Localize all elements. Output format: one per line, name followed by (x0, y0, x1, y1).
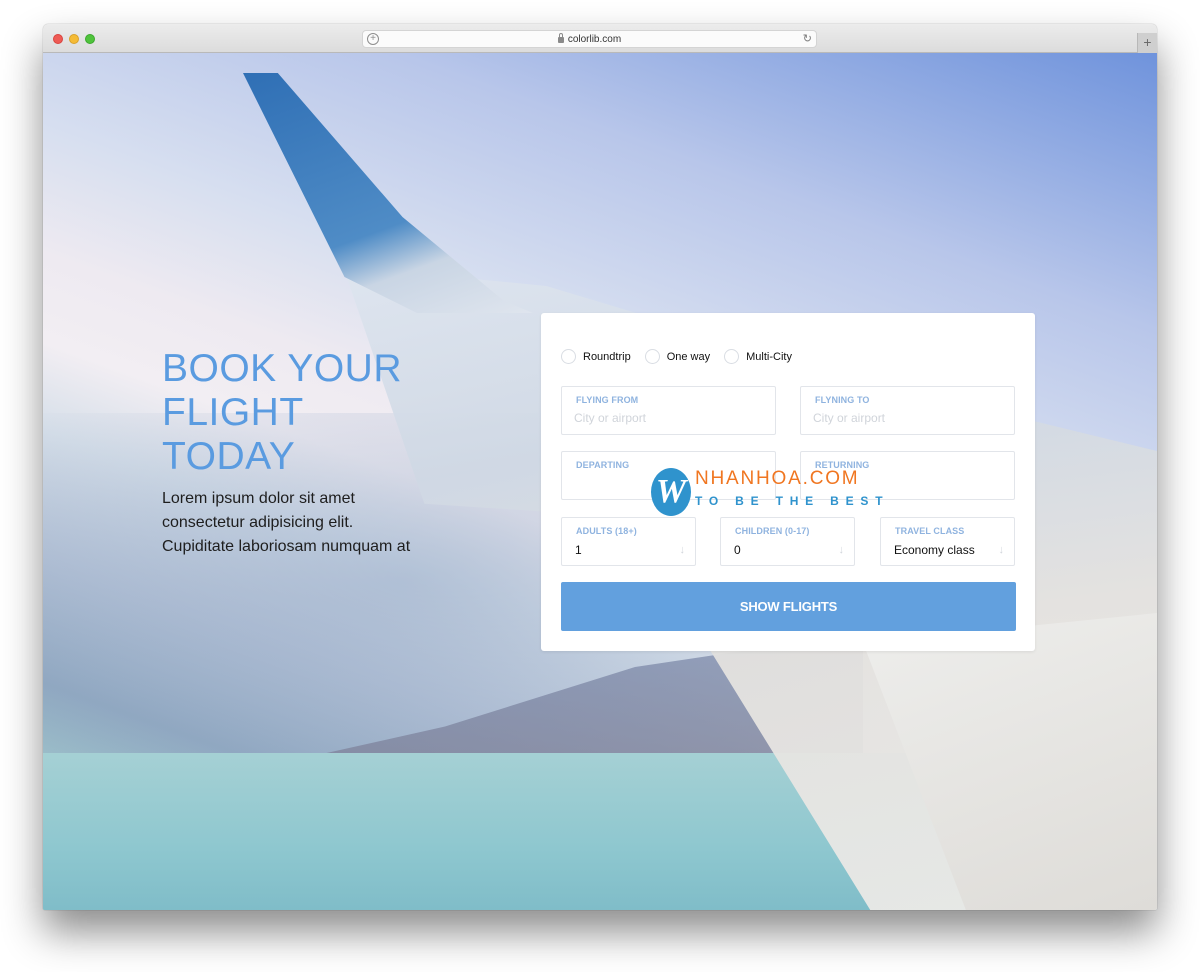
trip-type-multi-city[interactable]: Multi-City (724, 349, 792, 364)
departing-field[interactable]: DEPARTING (561, 451, 776, 500)
travel-class-select[interactable]: TRAVEL CLASS Economy class ↓ (880, 517, 1015, 566)
new-tab-button[interactable]: + (1137, 33, 1157, 53)
trip-type-roundtrip[interactable]: Roundtrip (561, 349, 631, 364)
flying-to-input[interactable] (813, 411, 1002, 425)
hero-title-line: BOOK YOUR (162, 347, 403, 390)
children-select[interactable]: CHILDREN (0-17) 0 ↓ (720, 517, 855, 566)
flying-to-field[interactable]: FLYNING TO (800, 386, 1015, 435)
field-label: FLYING FROM (576, 395, 639, 405)
radio-label: Roundtrip (583, 350, 631, 363)
radio-label: Multi-City (746, 350, 792, 363)
adults-select[interactable]: ADULTS (18+) 1 ↓ (561, 517, 696, 566)
address-text: colorlib.com (557, 33, 622, 45)
hero-description: Lorem ipsum dolor sit amet consectetur a… (162, 487, 462, 559)
page-viewport: BOOK YOUR FLIGHT TODAY Lorem ipsum dolor… (43, 53, 1157, 910)
field-label: TRAVEL CLASS (895, 526, 965, 536)
radio-button[interactable] (561, 349, 576, 364)
hero-section: BOOK YOUR FLIGHT TODAY Lorem ipsum dolor… (162, 347, 462, 559)
address-bar[interactable]: + colorlib.com ↻ (362, 30, 817, 48)
radio-button[interactable] (724, 349, 740, 364)
departing-input[interactable] (574, 476, 763, 490)
hero-description-line: Lorem ipsum dolor sit amet (162, 490, 355, 507)
adults-value: 1 (575, 543, 582, 557)
minimize-window-button[interactable] (69, 34, 79, 44)
returning-input[interactable] (813, 476, 1002, 490)
hero-description-line: Cupiditate laboriosam numquam at (162, 538, 411, 555)
hero-title: BOOK YOUR FLIGHT TODAY (162, 347, 462, 479)
reload-icon[interactable]: ↻ (803, 32, 812, 45)
radio-button[interactable] (644, 349, 660, 364)
returning-field[interactable]: RETURNING (800, 451, 1015, 500)
url-value: colorlib.com (567, 33, 622, 45)
browser-window: + colorlib.com ↻ + BOOK YOUR FLIGHT TODA… (43, 24, 1157, 910)
field-label: CHILDREN (0-17) (735, 526, 810, 536)
arrow-down-icon: ↓ (679, 544, 686, 556)
lock-icon (557, 33, 564, 43)
radio-label: One way (666, 350, 711, 363)
flying-from-field[interactable]: FLYING FROM (561, 386, 776, 435)
add-bookmark-icon[interactable]: + (367, 33, 379, 45)
field-label: FLYNING TO (815, 395, 870, 405)
browser-titlebar: + colorlib.com ↻ + (43, 24, 1157, 53)
flying-from-input[interactable] (574, 411, 763, 425)
trip-type-one-way[interactable]: One way (644, 349, 711, 364)
arrow-down-icon: ↓ (838, 544, 845, 556)
trip-type-group: Roundtrip One way Multi-City (561, 349, 792, 364)
hero-description-line: consectetur adipisicing elit. (162, 514, 354, 531)
arrow-down-icon: ↓ (998, 544, 1005, 556)
field-label: RETURNING (815, 460, 870, 470)
field-label: DEPARTING (576, 460, 630, 470)
show-flights-button[interactable]: SHOW FLIGHTS (561, 582, 1016, 631)
field-label: ADULTS (18+) (576, 526, 637, 536)
maximize-window-button[interactable] (85, 34, 95, 44)
booking-form: Roundtrip One way Multi-City FLYING FROM… (541, 313, 1035, 651)
close-window-button[interactable] (53, 34, 63, 44)
hero-title-line: FLIGHT (162, 391, 304, 434)
hero-title-line: TODAY (162, 435, 296, 478)
children-value: 0 (734, 543, 741, 557)
travel-class-value: Economy class (894, 543, 975, 557)
